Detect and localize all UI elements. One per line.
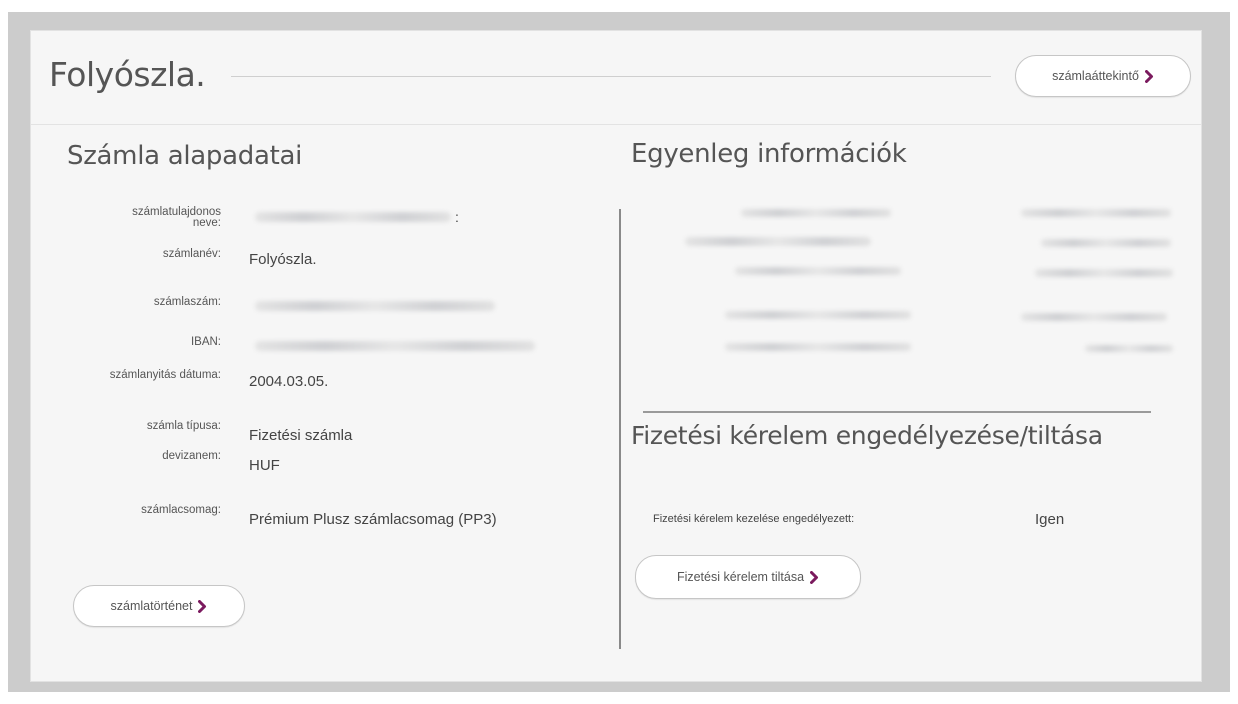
owner-name-label: számlatulajdonos neve: — [101, 206, 221, 229]
balance-row-1-left — [741, 209, 891, 217]
chevron-right-icon — [1144, 69, 1154, 83]
owner-name-colon: : — [455, 209, 459, 225]
balance-row-4-right — [1021, 313, 1167, 321]
section-divider — [643, 411, 1151, 413]
account-overview-label: számlaáttekintő — [1052, 69, 1139, 83]
account-type-value: Fizetési számla — [249, 427, 353, 444]
account-card: Folyószla. számlaáttekintő Számla alapad… — [30, 30, 1202, 682]
opening-date-label: számlanyitás dátuma: — [109, 369, 221, 381]
currency-label: devizanem: — [162, 450, 221, 462]
package-value: Prémium Plusz számlacsomag (PP3) — [249, 511, 497, 528]
account-type-label: számla típusa: — [146, 420, 221, 432]
payment-request-label: Fizetési kérelem kezelése engedélyezett: — [653, 513, 855, 525]
account-history-button[interactable]: számlatörténet — [73, 585, 245, 627]
balance-info-title: Egyenleg információk — [631, 139, 907, 169]
title-divider — [231, 76, 991, 77]
account-overview-button[interactable]: számlaáttekintő — [1015, 55, 1191, 97]
balance-row-1-right — [1021, 209, 1171, 217]
account-history-label: számlatörténet — [110, 599, 193, 613]
balance-row-3-right — [1035, 269, 1173, 277]
chevron-right-icon — [198, 599, 207, 613]
owner-name-redacted — [255, 212, 451, 222]
account-name-value: Folyószla. — [249, 251, 317, 268]
deny-payment-request-label: Fizetési kérelem tiltása — [676, 570, 805, 584]
balance-row-3-left — [735, 267, 901, 275]
owner-name-label-text: számlatulajdonos neve: — [132, 206, 221, 229]
field-labels: számlatulajdonos neve: számlanév: számla… — [71, 31, 221, 631]
payment-request-title: Fizetési kérelem engedélyezése/tiltása — [631, 421, 1103, 450]
opening-date-value: 2004.03.05. — [249, 373, 329, 390]
account-number-label: számlaszám: — [153, 296, 221, 308]
iban-redacted — [255, 341, 535, 351]
account-name-label: számlanév: — [162, 248, 221, 260]
balance-row-2-left — [685, 237, 871, 246]
deny-payment-request-button[interactable]: Fizetési kérelem tiltása — [635, 555, 861, 599]
account-number-redacted — [255, 301, 495, 311]
package-label: számlacsomag: — [141, 504, 221, 516]
balance-row-5-right — [1085, 345, 1173, 352]
balance-row-4-left — [725, 311, 911, 319]
chevron-right-icon — [810, 570, 819, 584]
balance-row-2-right — [1041, 239, 1171, 247]
column-divider — [619, 209, 621, 649]
payment-request-value: Igen — [1035, 511, 1065, 528]
iban-label: IBAN: — [190, 336, 221, 348]
currency-value: HUF — [249, 457, 280, 474]
balance-row-5-left — [725, 343, 911, 351]
